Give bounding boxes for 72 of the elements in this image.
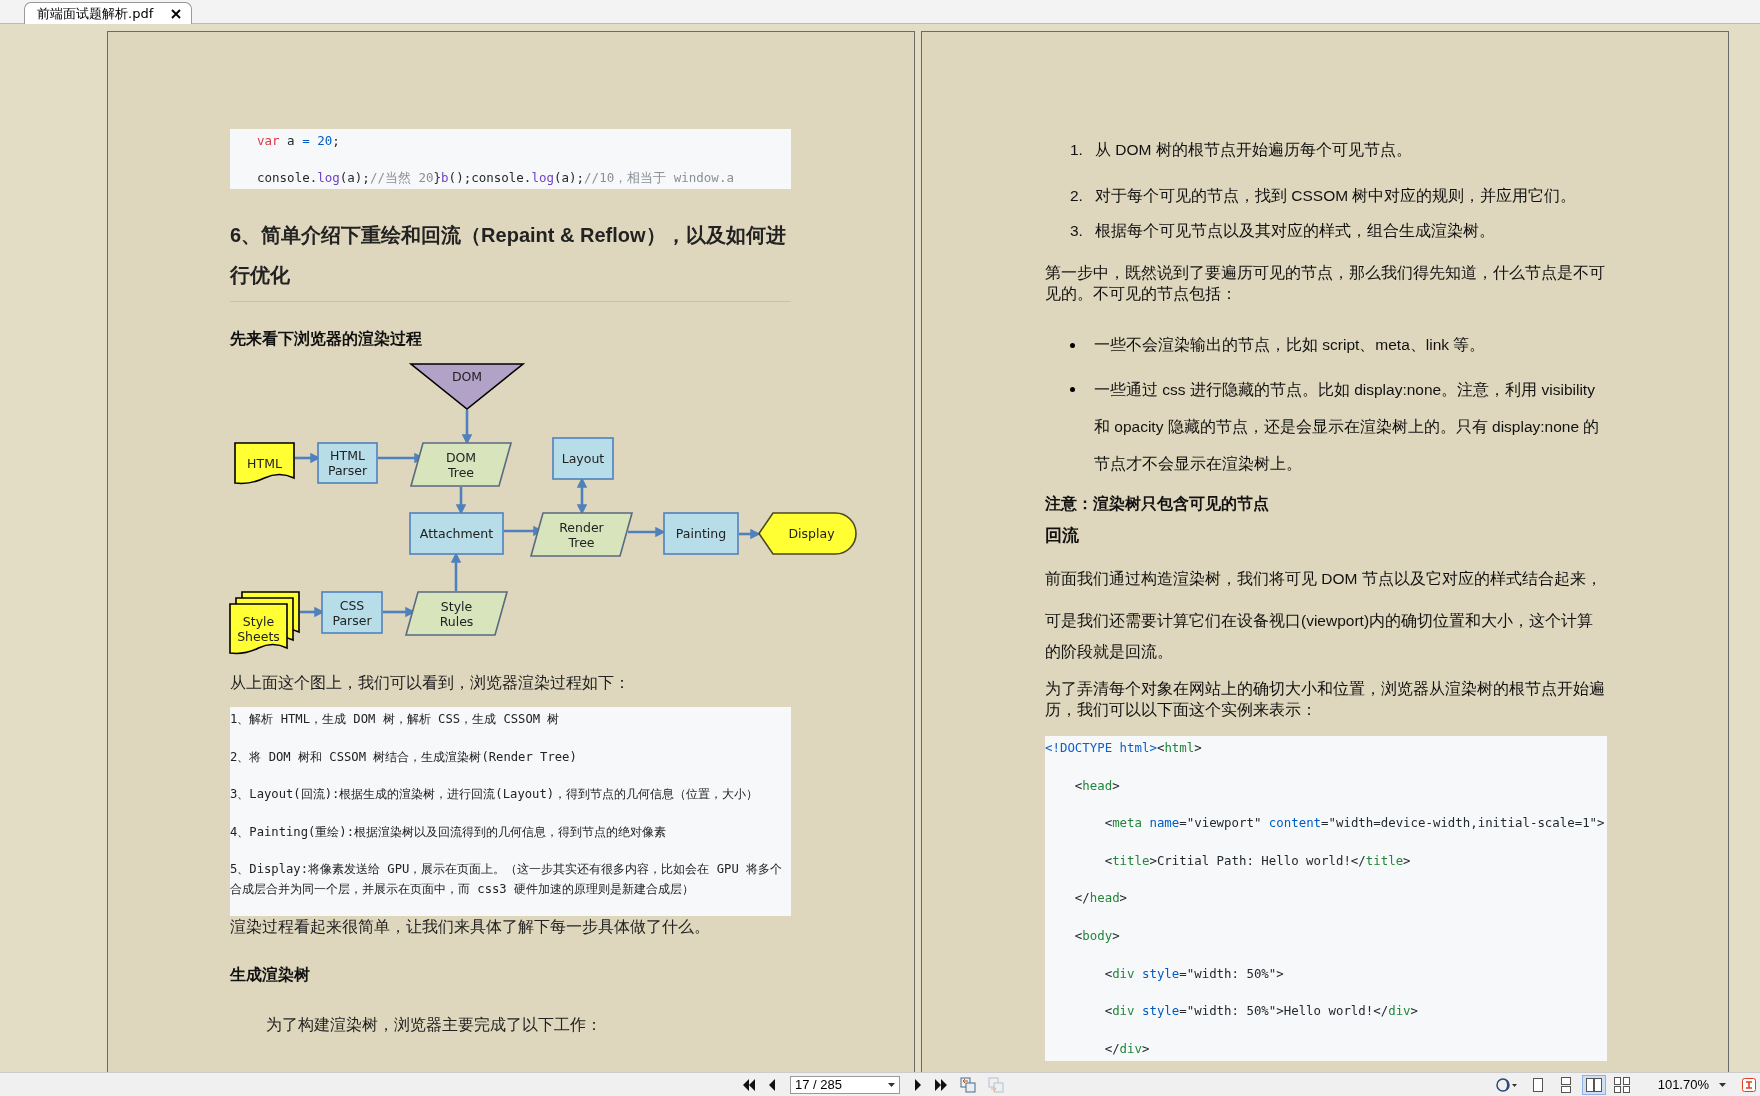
code-line: 3、Layout(回流):根据生成的渲染树，进行回流(Layout)，得到节点的几何信息（位置，大小） bbox=[230, 786, 760, 803]
flow-arrow bbox=[450, 552, 462, 591]
code-line: 5、Display:将像素发送给 GPU，展示在页面上。（这一步其实还有很多内容，比如会在 GPU 将多个合成层合并为同一个层，并展示在页面中，而 css3 硬件加速的原理则是新建合成层） bbox=[230, 861, 784, 898]
moon-icon bbox=[1495, 1077, 1518, 1092]
code-line: <!DOCTYPE html><html> bbox=[1045, 739, 1203, 757]
document-tab[interactable]: 前端面试题解析.pdf bbox=[24, 2, 193, 24]
code-line: </div> bbox=[1103, 1039, 1151, 1058]
close-icon[interactable] bbox=[171, 8, 182, 19]
zoom-field[interactable]: 101.70% bbox=[1657, 1077, 1726, 1092]
list-item-text: 对于每个可见的节点，找到 CSSOM 树中对应的规则，并应用它们。 bbox=[1095, 186, 1577, 206]
data-node: DOM Tree bbox=[409, 442, 513, 487]
first-page-icon bbox=[742, 1078, 756, 1091]
double-arrow bbox=[576, 477, 588, 515]
caret-icon bbox=[1719, 1082, 1726, 1087]
section-heading: 6、简单介绍下重绘和回流（Repaint & Reflow），以及如何进行优化 bbox=[230, 223, 787, 288]
code-line: 2、将 DOM 树和 CSSOM 树结合，生成渲染树(Render Tree) bbox=[230, 748, 578, 766]
bullet-icon bbox=[1070, 387, 1075, 392]
data-node: Render Tree bbox=[529, 512, 634, 557]
code-line: <div style="width: 50%"> bbox=[1103, 964, 1285, 983]
document-node: HTML bbox=[234, 442, 295, 485]
flow-arrow bbox=[461, 410, 473, 445]
subheading: 生成渲染树 bbox=[230, 965, 311, 985]
process-node: Layout bbox=[552, 437, 614, 480]
list-item-text: 根据每个可见节点以及其对应的样式，组合生成渲染树。 bbox=[1095, 221, 1495, 241]
list-item-text: 一些通过 css 进行隐藏的节点。比如 display:none。注意，利用 visibility 和 opacity 隐藏的节点，还是会显示在渲染树上的。只有 display:none 的节点才不会显示在渲染树上。 bbox=[1094, 380, 1601, 474]
bullet-icon bbox=[1070, 343, 1075, 348]
caret-icon bbox=[888, 1082, 895, 1087]
page-layout-button[interactable] bbox=[1581, 1074, 1606, 1095]
next-icon bbox=[914, 1078, 922, 1091]
paragraph: 第一步中，既然说到了要遍历可见的节点，那么我们得先知道，什么节点是不可见的。不可见的节点包括： bbox=[1045, 263, 1606, 304]
last-page-icon bbox=[934, 1078, 948, 1091]
paragraph: 可是我们还需要计算它们在设备视口(viewport)内的确切位置和大小，这个计算的阶段就是回流。 bbox=[1045, 611, 1595, 662]
list-item-text: 从 DOM 树的根节点开始遍历每个可见节点。 bbox=[1095, 140, 1412, 160]
code-line: 4、Painting(重绘):根据渲染树以及回流得到的几何信息，得到节点的绝对像素 bbox=[230, 823, 668, 841]
subheading: 先来看下浏览器的渲染过程 bbox=[230, 329, 423, 349]
code-line: <meta name="viewport" content="width=device-width,initial-scale=1"> bbox=[1103, 814, 1606, 833]
process-node: HTML Parser bbox=[317, 442, 378, 484]
flow-arrow bbox=[455, 487, 467, 515]
list-number: 2. bbox=[1070, 186, 1084, 206]
code-line: </head> bbox=[1073, 889, 1129, 908]
process-node: Painting bbox=[663, 512, 739, 555]
pages-icon bbox=[988, 1076, 1004, 1093]
paragraph: 渲染过程看起来很简单，让我们来具体了解下每一步具体做了什么。 bbox=[230, 917, 711, 937]
code-line: <title>Critial Path: Hello world!</title> bbox=[1103, 851, 1412, 870]
list-number: 1. bbox=[1070, 140, 1084, 160]
code-line: var a = 20; bbox=[257, 131, 341, 150]
paragraph: 从上面这个图上，我们可以看到，浏览器渲染过程如下： bbox=[230, 673, 631, 693]
list-number: 3. bbox=[1070, 221, 1084, 241]
paragraph: 为了构建渲染树，浏览器主要完成了以下工作： bbox=[264, 1015, 603, 1035]
pages-icon bbox=[960, 1076, 976, 1093]
list-item-text: 一些不会渲染输出的节点，比如 script、meta、link 等。 bbox=[1094, 335, 1486, 355]
previous-icon bbox=[768, 1078, 776, 1091]
data-node: Style Rules bbox=[404, 591, 509, 636]
code-line: <body> bbox=[1073, 926, 1121, 945]
flow-arrow bbox=[628, 526, 666, 538]
paragraph: 前面我们通过构造渲染树，我们将可见 DOM 节点以及它对应的样式结合起来， bbox=[1045, 569, 1603, 589]
flow-arrow bbox=[739, 528, 761, 540]
page-number-field[interactable]: 17 / 285 bbox=[790, 1075, 900, 1094]
display-node: Display bbox=[758, 512, 857, 555]
page-layout-icon bbox=[1613, 1076, 1630, 1093]
code-line: console.log(a);//当然 20}b();console.log(a);//10，相当于 window.a bbox=[257, 168, 735, 187]
app-icon[interactable] bbox=[1742, 1077, 1756, 1092]
page-layout-icon bbox=[1585, 1076, 1602, 1093]
triangle-node: DOM bbox=[408, 363, 526, 411]
subheading: 回流 bbox=[1045, 525, 1080, 546]
code-line: 1、解析 HTML，生成 DOM 树，解析 CSS，生成 CSSOM 树 bbox=[230, 711, 561, 728]
process-node: Attachment bbox=[409, 512, 504, 555]
note-text: 注意：渲染树只包含可见的节点 bbox=[1045, 494, 1270, 514]
code-line: <div style="width: 50%">Hello world!</div> bbox=[1103, 1002, 1420, 1021]
code-line: <head> bbox=[1073, 776, 1121, 795]
process-node: CSS Parser bbox=[321, 591, 383, 634]
paragraph: 为了弄清每个对象在网站上的确切大小和位置，浏览器从渲染树的根节点开始遍历，我们可以以下面这个实例来表示： bbox=[1045, 679, 1606, 720]
